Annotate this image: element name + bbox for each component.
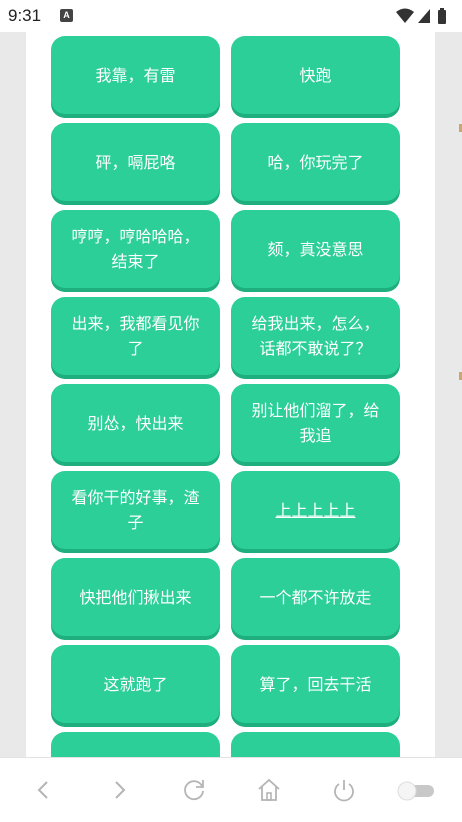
sound-button[interactable]: 别怂，快出来 [51, 384, 220, 462]
sound-button[interactable]: 上上上上上 [231, 471, 400, 549]
webview-content: 我靠，有雷 快跑 砰，嗝屁咯 哈，你玩完了 哼哼，哼哈哈哈，结束了 颏，真没意思… [0, 32, 462, 757]
sound-button[interactable] [51, 732, 220, 757]
sound-board-page: 我靠，有雷 快跑 砰，嗝屁咯 哈，你玩完了 哼哼，哼哈哈哈，结束了 颏，真没意思… [26, 32, 435, 757]
forward-icon[interactable] [99, 770, 139, 810]
sound-button[interactable]: 砰，嗝屁咯 [51, 123, 220, 201]
notification-icon: A [60, 9, 73, 22]
sound-button[interactable]: 别让他们溜了，给我追 [231, 384, 400, 462]
sound-button[interactable]: 哈，你玩完了 [231, 123, 400, 201]
browser-nav-bar [0, 757, 462, 822]
wifi-icon [396, 8, 414, 23]
sound-button[interactable]: 看你干的好事，渣子 [51, 471, 220, 549]
sound-button[interactable]: 给我出来，怎么，话都不敢说了？ [231, 297, 400, 375]
signal-icon [418, 9, 430, 23]
sound-button[interactable]: 我靠，有雷 [51, 36, 220, 114]
sound-button[interactable]: 快把他们揪出来 [51, 558, 220, 636]
back-icon[interactable] [24, 770, 64, 810]
status-icons [394, 6, 454, 26]
power-icon[interactable] [324, 770, 364, 810]
status-time: 9:31 [8, 6, 42, 25]
sound-button[interactable] [231, 732, 400, 757]
toggle-switch[interactable] [392, 770, 440, 810]
battery-icon [438, 8, 446, 24]
sound-button[interactable]: 哼哼，哼哈哈哈，结束了 [51, 210, 220, 288]
sound-button[interactable]: 这就跑了 [51, 645, 220, 723]
sound-button[interactable]: 出来，我都看见你了 [51, 297, 220, 375]
sound-button[interactable]: 一个都不许放走 [231, 558, 400, 636]
sound-button[interactable]: 快跑 [231, 36, 400, 114]
home-icon[interactable] [249, 770, 289, 810]
sound-button[interactable]: 颏，真没意思 [231, 210, 400, 288]
status-bar: 9:31 A [0, 0, 462, 32]
refresh-icon[interactable] [174, 770, 214, 810]
sound-button[interactable]: 算了，回去干活 [231, 645, 400, 723]
